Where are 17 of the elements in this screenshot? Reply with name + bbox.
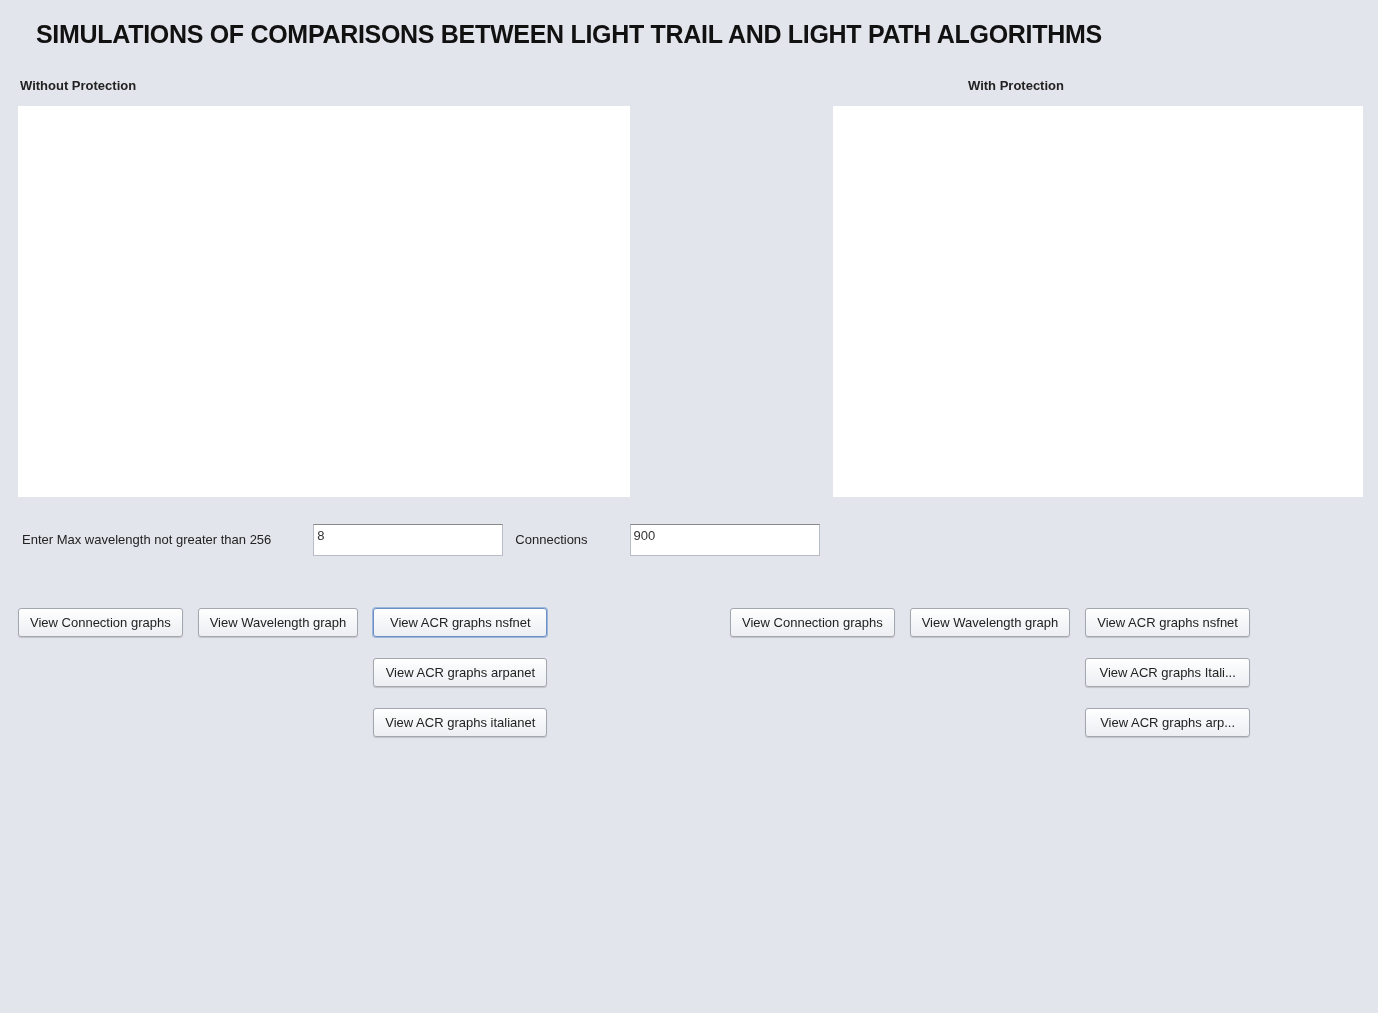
view-graph-button[interactable]: View ACR graphs arp... xyxy=(1085,708,1250,737)
view-graph-button[interactable]: View Connection graphs xyxy=(730,608,895,637)
view-graph-button[interactable]: View ACR graphs Itali... xyxy=(1085,658,1250,687)
view-graph-button[interactable]: View ACR graphs arpanet xyxy=(373,658,548,687)
view-graph-button[interactable]: View ACR graphs italianet xyxy=(373,708,548,737)
view-graph-button[interactable]: View ACR graphs nsfnet xyxy=(373,608,548,637)
view-graph-button[interactable]: View Wavelength graph xyxy=(197,608,359,637)
panel-label: With Protection xyxy=(968,77,1065,95)
input-field[interactable]: 900 xyxy=(629,523,820,556)
view-graph-button[interactable]: View Connection graphs xyxy=(18,608,183,637)
field-label: Connections xyxy=(515,532,588,547)
page-title: SIMULATIONS OF COMPARISONS BETWEEN LIGHT TRAIL AND LIGHT PATH ALGORITHMS xyxy=(36,19,1103,50)
field-label: Enter Max wavelength not greater than 256 xyxy=(22,532,272,547)
view-graph-button[interactable]: View ACR graphs nsfnet xyxy=(1085,608,1250,637)
view-graph-button[interactable]: View Wavelength graph xyxy=(909,608,1071,637)
panel-label: Without Protection xyxy=(20,77,138,95)
input-field[interactable]: 8 xyxy=(313,523,504,556)
